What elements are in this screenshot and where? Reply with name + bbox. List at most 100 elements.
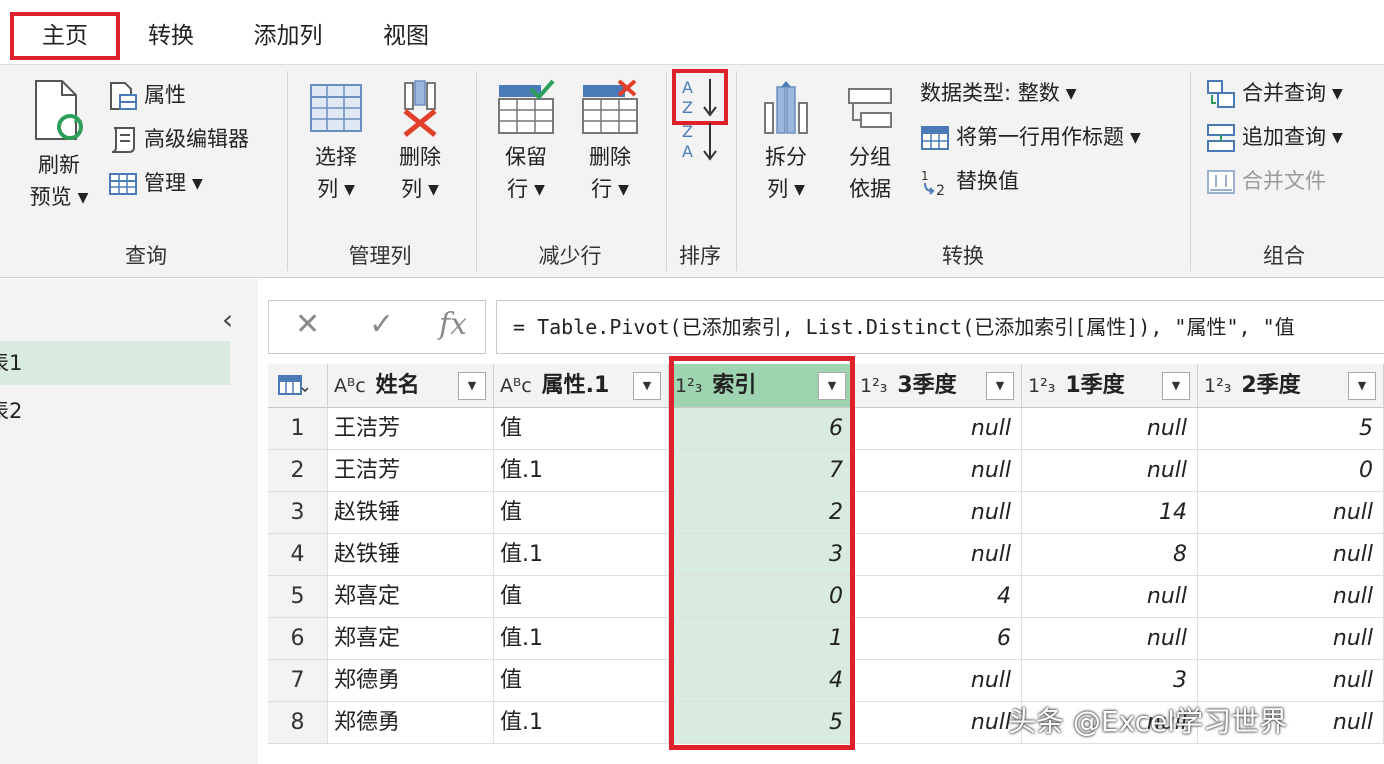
table-cell[interactable]: null: [1022, 408, 1198, 450]
column-header[interactable]: Aᴮᴄ 属性.1 ▼: [494, 364, 669, 408]
refresh-preview-button[interactable]: 刷新 预览 ▼: [18, 79, 100, 214]
append-queries-button[interactable]: 追加查询 ▼: [1206, 119, 1343, 155]
collapse-pane-icon[interactable]: ‹: [222, 303, 233, 336]
table-cell[interactable]: null: [854, 450, 1022, 492]
tab-home[interactable]: 主页: [10, 12, 120, 60]
number-type-icon[interactable]: 1²₃: [1028, 375, 1055, 397]
table-cell[interactable]: 郑喜定: [328, 618, 494, 660]
filter-dropdown-icon[interactable]: ▼: [1348, 372, 1376, 400]
table-cell[interactable]: 值: [494, 492, 669, 534]
table-cell[interactable]: 6: [854, 618, 1022, 660]
table-cell[interactable]: 郑喜定: [328, 576, 494, 618]
row-number[interactable]: 2: [268, 450, 328, 492]
table-menu-button[interactable]: [268, 364, 328, 408]
table-cell[interactable]: null: [854, 492, 1022, 534]
number-type-icon[interactable]: 1²₃: [1204, 375, 1231, 397]
table-cell[interactable]: 赵铁锤: [328, 492, 494, 534]
query-item-table2[interactable]: 表2: [0, 389, 230, 433]
row-number[interactable]: 3: [268, 492, 328, 534]
sort-ascending-button[interactable]: A Z: [678, 75, 722, 119]
group-by-button[interactable]: 分组 依据: [834, 79, 906, 205]
column-header[interactable]: 1²₃ 2季度 ▼: [1198, 364, 1384, 408]
cancel-icon[interactable]: ✕: [295, 307, 320, 342]
table-cell[interactable]: 3: [1022, 660, 1198, 702]
remove-columns-button[interactable]: 删除 列 ▼: [384, 79, 456, 206]
table-cell[interactable]: 3: [669, 534, 854, 576]
filter-dropdown-icon[interactable]: ▼: [818, 372, 846, 400]
keep-rows-button[interactable]: 保留 行 ▼: [490, 79, 562, 206]
table-cell[interactable]: 1: [669, 618, 854, 660]
combine-files-button[interactable]: 合并文件: [1206, 163, 1326, 199]
table-cell[interactable]: null: [1198, 534, 1384, 576]
row-number[interactable]: 1: [268, 408, 328, 450]
tab-transform[interactable]: 转换: [135, 12, 207, 60]
column-header[interactable]: 1²₃ 3季度 ▼: [854, 364, 1022, 408]
table-cell[interactable]: 5: [1198, 408, 1384, 450]
table-cell[interactable]: 值: [494, 576, 669, 618]
table-cell[interactable]: 值.1: [494, 618, 669, 660]
column-header[interactable]: 1²₃ 索引 ▼: [669, 364, 854, 408]
sort-descending-button[interactable]: Z A: [678, 119, 722, 163]
tab-view[interactable]: 视图: [370, 12, 442, 60]
table-cell[interactable]: null: [1198, 576, 1384, 618]
filter-dropdown-icon[interactable]: ▼: [633, 372, 661, 400]
column-header[interactable]: Aᴮᴄ 姓名 ▼: [328, 364, 494, 408]
table-cell[interactable]: 值.1: [494, 702, 669, 744]
table-cell[interactable]: 0: [1198, 450, 1384, 492]
table-cell[interactable]: 4: [669, 660, 854, 702]
table-cell[interactable]: null: [854, 702, 1022, 744]
merge-queries-button[interactable]: 合并查询 ▼: [1206, 75, 1343, 111]
table-cell[interactable]: 王洁芳: [328, 408, 494, 450]
table-cell[interactable]: null: [854, 534, 1022, 576]
table-cell[interactable]: 14: [1022, 492, 1198, 534]
table-cell[interactable]: null: [1022, 576, 1198, 618]
number-type-icon[interactable]: 1²₃: [860, 375, 887, 397]
table-cell[interactable]: 值.1: [494, 450, 669, 492]
text-type-icon[interactable]: Aᴮᴄ: [500, 375, 532, 397]
table-cell[interactable]: null: [854, 660, 1022, 702]
row-number[interactable]: 5: [268, 576, 328, 618]
table-cell[interactable]: 郑德勇: [328, 660, 494, 702]
table-cell[interactable]: 2: [669, 492, 854, 534]
row-number[interactable]: 4: [268, 534, 328, 576]
filter-dropdown-icon[interactable]: ▼: [1162, 372, 1190, 400]
table-cell[interactable]: null: [1198, 618, 1384, 660]
tab-add-column[interactable]: 添加列: [240, 12, 336, 60]
split-column-button[interactable]: 拆分 列 ▼: [750, 79, 822, 206]
table-cell[interactable]: 值: [494, 408, 669, 450]
table-cell[interactable]: 7: [669, 450, 854, 492]
query-item-table1[interactable]: 表1: [0, 341, 230, 385]
number-type-icon[interactable]: 1²₃: [675, 375, 702, 397]
table-cell[interactable]: 王洁芳: [328, 450, 494, 492]
manage-button[interactable]: 管理 ▼: [108, 165, 203, 201]
filter-dropdown-icon[interactable]: ▼: [458, 372, 486, 400]
table-cell[interactable]: null: [1022, 618, 1198, 660]
data-type-dropdown[interactable]: 数据类型: 整数 ▼: [920, 75, 1077, 111]
column-header[interactable]: 1²₃ 1季度 ▼: [1022, 364, 1198, 408]
filter-dropdown-icon[interactable]: ▼: [986, 372, 1014, 400]
row-number[interactable]: 7: [268, 660, 328, 702]
text-type-icon[interactable]: Aᴮᴄ: [334, 375, 366, 397]
formula-input[interactable]: = Table.Pivot(已添加索引, List.Distinct(已添加索引…: [496, 300, 1384, 354]
table-cell[interactable]: 5: [669, 702, 854, 744]
function-icon[interactable]: fx: [439, 307, 467, 342]
table-cell[interactable]: 8: [1022, 534, 1198, 576]
table-cell[interactable]: null: [1198, 492, 1384, 534]
table-cell[interactable]: 值.1: [494, 534, 669, 576]
table-cell[interactable]: 0: [669, 576, 854, 618]
table-cell[interactable]: null: [1022, 450, 1198, 492]
table-cell[interactable]: 6: [669, 408, 854, 450]
replace-values-button[interactable]: 1 2 替换值: [920, 163, 1019, 199]
remove-rows-button[interactable]: 删除 行 ▼: [574, 79, 646, 206]
use-first-row-as-headers-button[interactable]: 将第一行用作标题 ▼: [920, 119, 1141, 155]
table-cell[interactable]: null: [1198, 660, 1384, 702]
table-cell[interactable]: 值: [494, 660, 669, 702]
row-number[interactable]: 6: [268, 618, 328, 660]
advanced-editor-button[interactable]: 高级编辑器: [108, 121, 249, 157]
table-cell[interactable]: 郑德勇: [328, 702, 494, 744]
table-cell[interactable]: 4: [854, 576, 1022, 618]
table-cell[interactable]: 赵铁锤: [328, 534, 494, 576]
table-cell[interactable]: null: [854, 408, 1022, 450]
properties-button[interactable]: 属性: [108, 77, 186, 113]
confirm-icon[interactable]: ✓: [369, 307, 394, 342]
